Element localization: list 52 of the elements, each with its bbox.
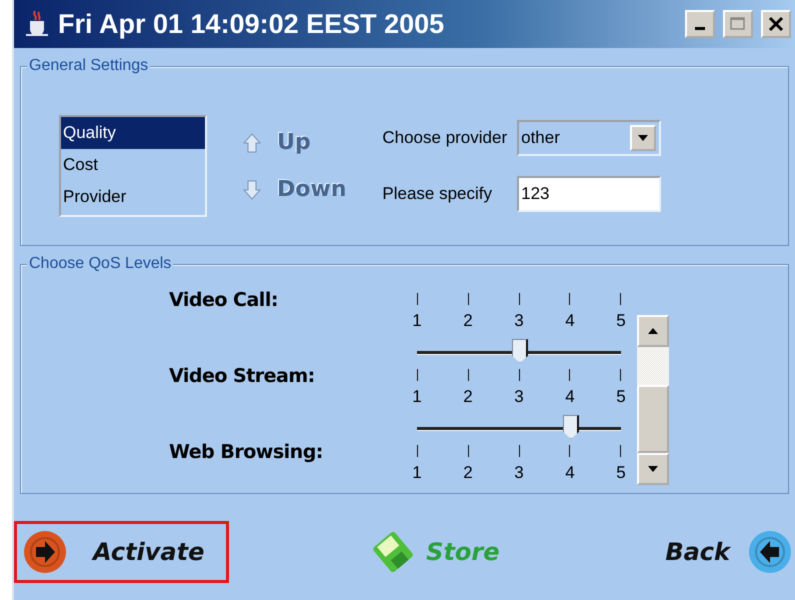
tick-label: 4 bbox=[565, 311, 575, 332]
list-item[interactable]: Cost bbox=[61, 149, 205, 181]
scrollbar[interactable] bbox=[637, 315, 669, 485]
maximize-icon bbox=[730, 17, 746, 31]
tick-label: 4 bbox=[565, 387, 575, 408]
maximize-button[interactable] bbox=[723, 10, 753, 38]
close-icon bbox=[768, 16, 784, 32]
close-button[interactable] bbox=[761, 10, 791, 38]
list-item[interactable]: Provider bbox=[61, 181, 205, 213]
slider-label: Video Call: bbox=[169, 289, 279, 313]
tick-label: 4 bbox=[565, 463, 575, 484]
cup-icon bbox=[24, 9, 50, 39]
field-label: Choose provider bbox=[382, 128, 508, 148]
field-label: Please specify bbox=[382, 184, 493, 204]
tick-label: 1 bbox=[412, 387, 422, 408]
tick-label: 2 bbox=[463, 387, 473, 408]
input-field[interactable]: 123 bbox=[517, 176, 662, 212]
tick-label: 1 bbox=[412, 463, 422, 484]
caret-icon bbox=[638, 135, 648, 141]
tick-label: 2 bbox=[463, 463, 473, 484]
tick-label: 1 bbox=[412, 311, 422, 332]
list-item[interactable]: Quality bbox=[61, 117, 205, 149]
back-button[interactable]: Back bbox=[656, 521, 795, 583]
tick-label: 5 bbox=[616, 311, 626, 332]
tick-label: 3 bbox=[514, 387, 524, 408]
up-arrow-icon bbox=[243, 132, 261, 154]
slider-thumb[interactable] bbox=[563, 415, 579, 439]
slider[interactable] bbox=[417, 413, 621, 441]
provider-dropdown[interactable]: other bbox=[517, 120, 662, 156]
window-title: Fri Apr 01 14:09:02 EEST 2005 bbox=[58, 8, 446, 40]
dropdown-button[interactable] bbox=[630, 125, 656, 151]
tick-label: 3 bbox=[514, 463, 524, 484]
tick-label: 3 bbox=[514, 311, 524, 332]
down-arrow-icon bbox=[243, 178, 261, 200]
tick-label: 5 bbox=[616, 463, 626, 484]
dropdown-value: other bbox=[521, 128, 560, 148]
group-title: Choose QoS Levels bbox=[27, 255, 174, 273]
minimize-icon bbox=[695, 27, 705, 30]
group-title: General Settings bbox=[27, 57, 150, 75]
up-caret-icon bbox=[648, 328, 658, 334]
tick-label: 2 bbox=[463, 311, 473, 332]
slider-thumb[interactable] bbox=[512, 339, 528, 363]
slider-label: Web Browsing: bbox=[169, 441, 324, 465]
scroll-thumb[interactable] bbox=[637, 385, 669, 453]
down-caret-icon bbox=[648, 466, 658, 472]
tick-label: 5 bbox=[616, 387, 626, 408]
scroll-down-button[interactable] bbox=[637, 453, 669, 485]
scroll-up-button[interactable] bbox=[637, 315, 669, 347]
minimize-button[interactable] bbox=[685, 10, 715, 38]
slider[interactable] bbox=[417, 337, 621, 365]
slider-label: Video Stream: bbox=[169, 365, 316, 389]
activate-button[interactable]: Activate bbox=[14, 521, 230, 583]
